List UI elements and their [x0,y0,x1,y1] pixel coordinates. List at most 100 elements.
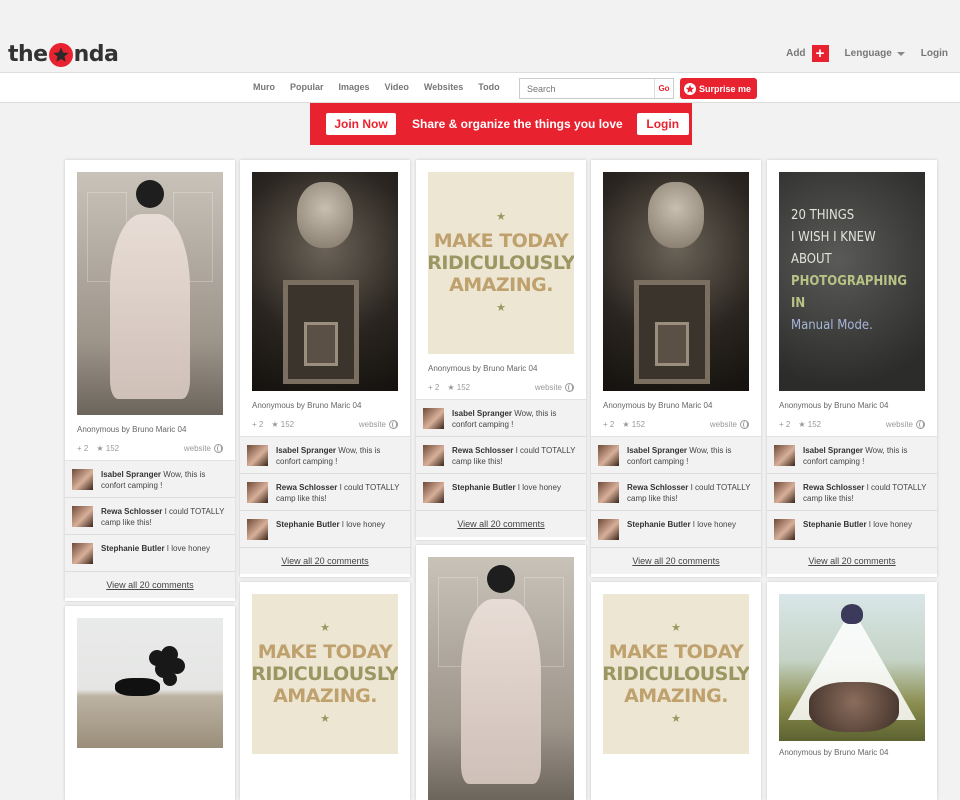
avatar[interactable] [247,519,268,540]
pin-image[interactable] [77,618,223,748]
pin-image[interactable] [603,172,749,391]
comment-author[interactable]: Isabel Spranger [803,446,863,455]
repin-count[interactable]: + 2 [428,383,439,392]
avatar[interactable] [598,445,619,466]
pin-card[interactable]: ★ MAKE TODAY RIDICULOUSLY AMAZING. ★ Ano… [416,160,586,540]
comment-text: I love honey [339,520,385,529]
language-menu[interactable]: Lenguage [845,48,905,59]
like-count[interactable]: ★ 152 [271,420,294,429]
pin-image[interactable]: 20 THINGS I WISH I KNEW ABOUT PHOTOGRAPH… [779,172,925,391]
poster-line: RIDICULOUSLY [603,663,749,685]
avatar[interactable] [774,519,795,540]
comment-author[interactable]: Rewa Schlosser [627,483,688,492]
photo-frame [304,322,338,366]
view-all-comments-link[interactable]: View all 20 comments [65,572,235,598]
balloon [163,672,177,686]
poster-text: MAKE TODAY RIDICULOUSLY AMAZING. [603,641,749,707]
avatar[interactable] [247,445,268,466]
comment-author[interactable]: Isabel Spranger [452,409,512,418]
avatar[interactable] [247,482,268,503]
search-go-button[interactable]: Go [654,79,673,98]
like-count[interactable]: ★ 152 [622,420,645,429]
avatar[interactable] [774,482,795,503]
pin-card[interactable]: Anonymous by Bruno Maric 04 + 2 ★ 152 we… [240,160,410,577]
repin-count[interactable]: + 2 [252,420,263,429]
comment-author[interactable]: Rewa Schlosser [276,483,337,492]
view-all-comments-link[interactable]: View all 20 comments [767,548,937,574]
like-count[interactable]: ★ 152 [798,420,821,429]
poster-line: RIDICULOUSLY [428,252,574,274]
pin-card[interactable]: 20 THINGS I WISH I KNEW ABOUT PHOTOGRAPH… [767,160,937,577]
avatar[interactable] [72,506,93,527]
source-link[interactable]: website [184,444,223,453]
avatar[interactable] [423,445,444,466]
source-link[interactable]: website [535,383,574,392]
pin-image[interactable] [252,172,398,391]
star-icon: ★ [320,622,330,634]
nav-item-popular[interactable]: Popular [290,82,324,92]
pin-image[interactable]: ★ MAKE TODAY RIDICULOUSLY AMAZING. ★ [428,172,574,354]
pin-card[interactable]: Anonymous by Bruno Maric 04 + 2 ★ 152 we… [591,160,761,577]
repin-count[interactable]: + 2 [603,420,614,429]
like-count[interactable]: ★ 152 [447,383,470,392]
view-all-comments-link[interactable]: View all 20 comments [416,511,586,537]
avatar[interactable] [423,482,444,503]
source-link[interactable]: website [886,420,925,429]
surprise-me-button[interactable]: Surprise me [680,78,757,99]
comment-item: Stephanie Butler I love honey [240,511,410,548]
source-link[interactable]: website [710,420,749,429]
add-plus-icon[interactable]: + [811,45,829,62]
avatar[interactable] [598,519,619,540]
pin-image[interactable] [779,594,925,741]
pin-card[interactable]: ★ MAKE TODAY RIDICULOUSLY AMAZING. ★ [240,582,410,800]
join-now-button[interactable]: Join Now [326,113,396,135]
avatar[interactable] [72,469,93,490]
pin-stats: + 2 ★ 152 website [779,420,925,429]
like-count[interactable]: ★ 152 [96,444,119,453]
repin-count[interactable]: + 2 [779,420,790,429]
site-logo[interactable]: the nda [8,40,119,68]
comment-author[interactable]: Isabel Spranger [276,446,336,455]
nav-item-muro[interactable]: Muro [253,82,275,92]
view-all-comments-link[interactable]: View all 20 comments [240,548,410,574]
star-icon [48,43,73,67]
nav-item-todo[interactable]: Todo [478,82,499,92]
source-link[interactable]: website [359,420,398,429]
avatar[interactable] [774,445,795,466]
pin-image[interactable]: ★ MAKE TODAY RIDICULOUSLY AMAZING. ★ [252,594,398,754]
pin-card[interactable] [65,606,235,800]
comment-author[interactable]: Stephanie Butler [276,520,340,529]
star-icon: ★ [671,622,681,634]
avatar[interactable] [72,543,93,564]
pin-meta: Anonymous by Bruno Maric 04 [779,401,889,410]
comment-author[interactable]: Isabel Spranger [101,470,161,479]
nav-item-images[interactable]: Images [339,82,370,92]
comment-author[interactable]: Stephanie Butler [452,483,516,492]
view-all-comments-link[interactable]: View all 20 comments [591,548,761,574]
pin-card[interactable] [416,545,586,800]
pin-card[interactable]: Anonymous by Bruno Maric 04 + 2 ★ 152 we… [65,160,235,601]
comment-author[interactable]: Rewa Schlosser [803,483,864,492]
add-label[interactable]: Add [786,48,805,59]
comment-author[interactable]: Rewa Schlosser [452,446,513,455]
comment-item: Isabel Spranger Wow, this is confort cam… [767,437,937,474]
comment-text: I love honey [164,544,210,553]
header-login-link[interactable]: Login [921,48,948,59]
pin-image[interactable] [77,172,223,415]
avatar[interactable] [598,482,619,503]
pin-card[interactable]: Anonymous by Bruno Maric 04 [767,582,937,800]
pin-image[interactable]: ★ MAKE TODAY RIDICULOUSLY AMAZING. ★ [603,594,749,754]
nav-item-websites[interactable]: Websites [424,82,463,92]
pin-image[interactable] [428,557,574,800]
nav-item-video[interactable]: Video [385,82,409,92]
repin-count[interactable]: + 2 [77,444,88,453]
comment-author[interactable]: Isabel Spranger [627,446,687,455]
banner-login-button[interactable]: Login [636,113,689,135]
avatar[interactable] [423,408,444,429]
comment-author[interactable]: Stephanie Butler [627,520,691,529]
comment-author[interactable]: Stephanie Butler [101,544,165,553]
comment-author[interactable]: Rewa Schlosser [101,507,162,516]
pin-card[interactable]: ★ MAKE TODAY RIDICULOUSLY AMAZING. ★ [591,582,761,800]
comment-author[interactable]: Stephanie Butler [803,520,867,529]
search-input[interactable] [520,79,654,98]
